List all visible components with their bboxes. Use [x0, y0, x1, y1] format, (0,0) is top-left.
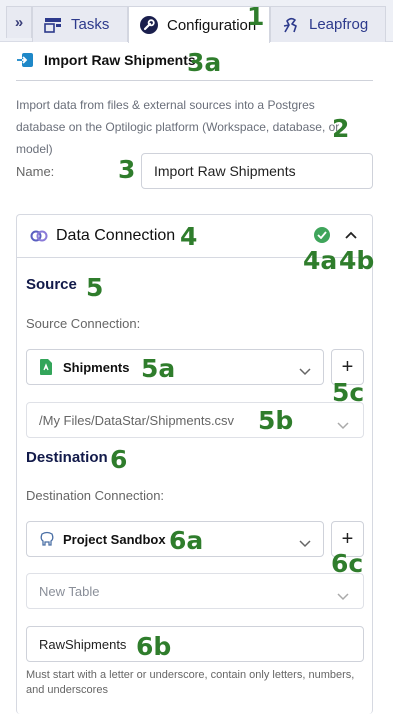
annotation-3a: 3a	[187, 48, 222, 77]
plus-icon: +	[341, 355, 354, 378]
import-icon	[16, 52, 34, 68]
collapse-panel-button[interactable]: »	[6, 6, 32, 38]
data-connection-title: Data Connection	[56, 226, 176, 244]
destination-connection-value: Project Sandbox	[63, 531, 166, 547]
source-file-select[interactable]: /My Files/DataStar/Shipments.csv	[26, 402, 364, 438]
destination-connection-label: Destination Connection:	[26, 488, 165, 503]
tab-configuration-label: Configuration	[167, 16, 257, 34]
annotation-6a: 6a	[169, 526, 204, 555]
source-title: Source	[26, 276, 77, 293]
task-title: Import Raw Shipments	[44, 52, 196, 68]
table-mode-value: New Table	[39, 583, 100, 599]
table-mode-select[interactable]: New Table	[26, 573, 364, 609]
chevron-down-icon	[337, 588, 349, 601]
tab-tasks-label: Tasks	[71, 16, 110, 33]
source-file-path: /My Files/DataStar/Shipments.csv	[39, 412, 235, 428]
chevron-up-icon[interactable]	[343, 228, 359, 242]
annotation-4b: 4b	[339, 246, 375, 275]
annotation-2: 2	[332, 114, 350, 143]
annotation-6c: 6c	[331, 549, 364, 578]
file-icon	[39, 358, 55, 376]
wrench-icon	[139, 15, 159, 35]
postgres-icon	[39, 530, 55, 548]
annotation-5: 5	[86, 273, 104, 302]
annotation-6: 6	[110, 445, 128, 474]
annotation-3: 3	[118, 155, 136, 184]
chevron-down-icon	[299, 363, 311, 376]
task-description: Import data from files & external source…	[16, 98, 340, 156]
source-connection-value: Shipments	[63, 359, 130, 375]
check-circle-icon	[314, 227, 330, 243]
table-name-input[interactable]	[26, 626, 364, 662]
leapfrog-icon	[281, 15, 301, 35]
task-header: Import Raw Shipments	[16, 52, 196, 68]
tab-tasks[interactable]: Tasks	[32, 6, 128, 42]
destination-title: Destination	[26, 449, 108, 466]
chevron-down-icon	[299, 535, 311, 548]
annotation-5b: 5b	[258, 406, 294, 435]
table-name-hint: Must start with a letter or underscore, …	[26, 669, 355, 696]
tab-leapfrog-label: Leapfrog	[309, 16, 369, 33]
plus-icon: +	[341, 527, 354, 550]
tasks-icon	[43, 15, 63, 35]
annotation-5c: 5c	[332, 378, 365, 407]
annotation-4a: 4a	[303, 246, 338, 275]
tab-leapfrog[interactable]: Leapfrog	[270, 6, 386, 42]
double-chevron-icon: »	[14, 14, 24, 31]
annotation-1: 1	[247, 2, 265, 31]
divider	[16, 80, 373, 81]
source-connection-label: Source Connection:	[26, 316, 141, 331]
chevron-down-icon	[337, 417, 349, 430]
link-icon	[30, 229, 48, 243]
annotation-4: 4	[180, 222, 198, 251]
name-label: Name:	[16, 164, 55, 179]
annotation-6b: 6b	[136, 632, 172, 661]
annotation-5a: 5a	[141, 354, 176, 383]
name-input[interactable]	[141, 153, 373, 189]
